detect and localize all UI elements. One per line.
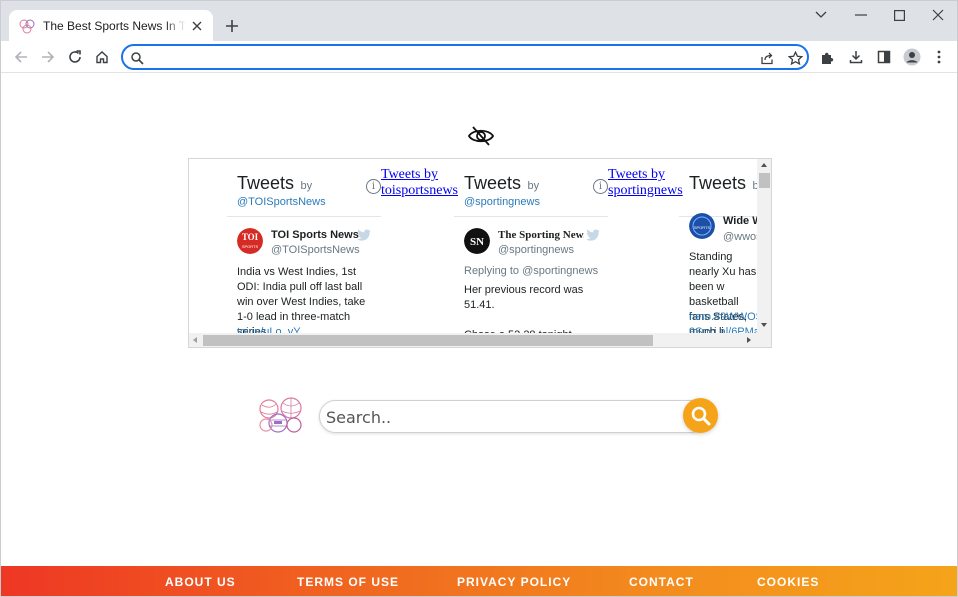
tweet-author-name[interactable]: The Sporting News [498,229,584,241]
browser-toolbar [1,41,957,73]
browser-tab[interactable]: The Best Sports News In The World [9,10,213,41]
timeline-title: Tweets [237,173,295,193]
footer-link-privacy[interactable]: PRIVACY POLICY [457,575,571,589]
footer-link-contact[interactable]: CONTACT [629,575,694,589]
timeline-toi[interactable]: Tweets by @TOISportsNews i TOI SPORTS TOI… [227,159,381,338]
address-bar[interactable] [121,44,809,70]
magnifier-icon [691,406,710,425]
timeline-header: Tweets by @TOISportsNews i [237,173,381,208]
svg-text:SPORTS: SPORTS [242,244,259,249]
back-arrow-icon[interactable] [9,45,33,69]
fallback-line-1[interactable]: Tweets by [381,167,438,182]
fallback-line-1[interactable]: Tweets by [608,167,665,182]
tweet-author-handle[interactable]: @TOISportsNews [271,244,360,256]
horizontal-scrollbar[interactable] [189,333,771,347]
browser-window: The Best Sports News In The World [0,0,958,597]
maximize-icon[interactable] [879,1,919,29]
close-window-icon[interactable] [918,1,957,29]
wwos-avatar[interactable]: SPORTS [689,213,715,239]
tab-strip: The Best Sports News In The World [1,1,957,41]
scroll-right-arrow-icon[interactable] [747,337,751,343]
horizontal-scroll-thumb[interactable] [203,335,653,346]
timeline-wwos[interactable]: Tweets by SPORTS Wide World of Sports @w… [679,159,757,333]
fallback-link-sportingnews[interactable]: Tweets by sportingnews [608,159,684,333]
fallback-link-toi[interactable]: Tweets by toisportsnews [381,159,458,333]
eye-slash-icon[interactable] [467,124,495,148]
site-logo[interactable] [258,395,304,435]
timeline-title: Tweets [689,173,747,193]
sportingnews-avatar[interactable]: SN [464,228,490,254]
vertical-scroll-thumb[interactable] [759,173,770,188]
tab-search-chevron-icon[interactable] [801,1,841,29]
twitter-bird-icon[interactable] [357,229,371,241]
divider [454,216,608,217]
vertical-scrollbar[interactable] [757,159,771,333]
svg-text:SPORTS: SPORTS [694,225,711,230]
scroll-up-arrow-icon[interactable] [761,163,767,167]
twitter-bird-icon[interactable] [586,229,600,241]
info-icon[interactable]: i [593,179,608,194]
tweets-by-sportingnews-link[interactable]: Tweets by sportingnews [608,167,683,199]
browser-menu-icon[interactable] [927,45,951,69]
search-icon [127,48,147,68]
footer-link-cookies[interactable]: COOKIES [757,575,819,589]
toi-avatar[interactable]: TOI SPORTS [237,228,263,254]
site-search-input[interactable] [326,406,676,428]
search-button[interactable] [683,398,718,433]
tweet-hashtag[interactable]: hero.#9WWOS [689,310,757,325]
divider [227,216,381,217]
reload-icon[interactable] [63,45,87,69]
twitter-timelines-frame[interactable]: Tweets by @TOISportsNews i TOI SPORTS TOI… [188,158,772,348]
fallback-line-2[interactable]: sportingnews [608,183,683,198]
extensions-puzzle-icon[interactable] [815,45,839,69]
bookmark-star-icon[interactable] [785,48,805,68]
tweet-author-name[interactable]: Wide World of Sports [723,215,757,227]
scroll-left-arrow-icon[interactable] [193,337,197,343]
timeline-header: Tweets by @sportingnews i [464,173,608,208]
tweets-by-toisportsnews-link[interactable]: Tweets by toisportsnews [381,167,458,199]
timeline-title: Tweets [464,173,522,193]
tweet-author-handle[interactable]: @wwos [723,231,757,243]
page-content: Tweets by @TOISportsNews i TOI SPORTS TOI… [1,74,957,596]
site-search-box[interactable] [319,400,707,433]
timeline-by: by [527,180,540,192]
tweet-author-handle[interactable]: @sportingnews [498,244,574,256]
download-icon[interactable] [844,45,868,69]
tab-title: The Best Sports News In The World [43,18,186,33]
svg-text:SN: SN [470,236,484,248]
footer-bar: ABOUT US TERMS OF USE PRIVACY POLICY CON… [1,566,957,596]
tweet-author-name[interactable]: TOI Sports News [271,229,359,241]
timeline-header: Tweets by [689,173,757,194]
tweet-reply-context: Replying to @sportingnews [464,265,599,277]
tweet-link[interactable]: 9Soci.al/6PMa [689,325,757,333]
timeline-by: by [300,180,313,192]
home-icon[interactable] [90,45,114,69]
timeline-handle-link[interactable]: @TOISportsNews [237,196,381,208]
side-panel-icon[interactable] [872,45,896,69]
tab-close-icon[interactable] [190,18,205,34]
scroll-down-arrow-icon[interactable] [761,323,767,327]
timeline-sportingnews[interactable]: Tweets by @sportingnews i SN The Sportin… [454,159,608,334]
fallback-line-2[interactable]: toisportsnews [381,183,458,198]
share-icon[interactable] [757,48,777,68]
footer-link-terms[interactable]: TERMS OF USE [297,575,399,589]
profile-avatar-icon[interactable] [900,45,924,69]
timeline-handle-link[interactable]: @sportingnews [464,196,608,208]
forward-arrow-icon[interactable] [36,45,60,69]
new-tab-icon[interactable] [222,16,242,36]
footer-link-about[interactable]: ABOUT US [165,575,236,589]
svg-text:TOI: TOI [242,232,259,242]
minimize-icon[interactable] [841,1,881,29]
site-favicon-icon [19,18,35,34]
address-input[interactable] [151,48,751,66]
tweet-text: Her previous record was 51.41. [464,284,584,311]
info-icon[interactable]: i [366,179,381,194]
